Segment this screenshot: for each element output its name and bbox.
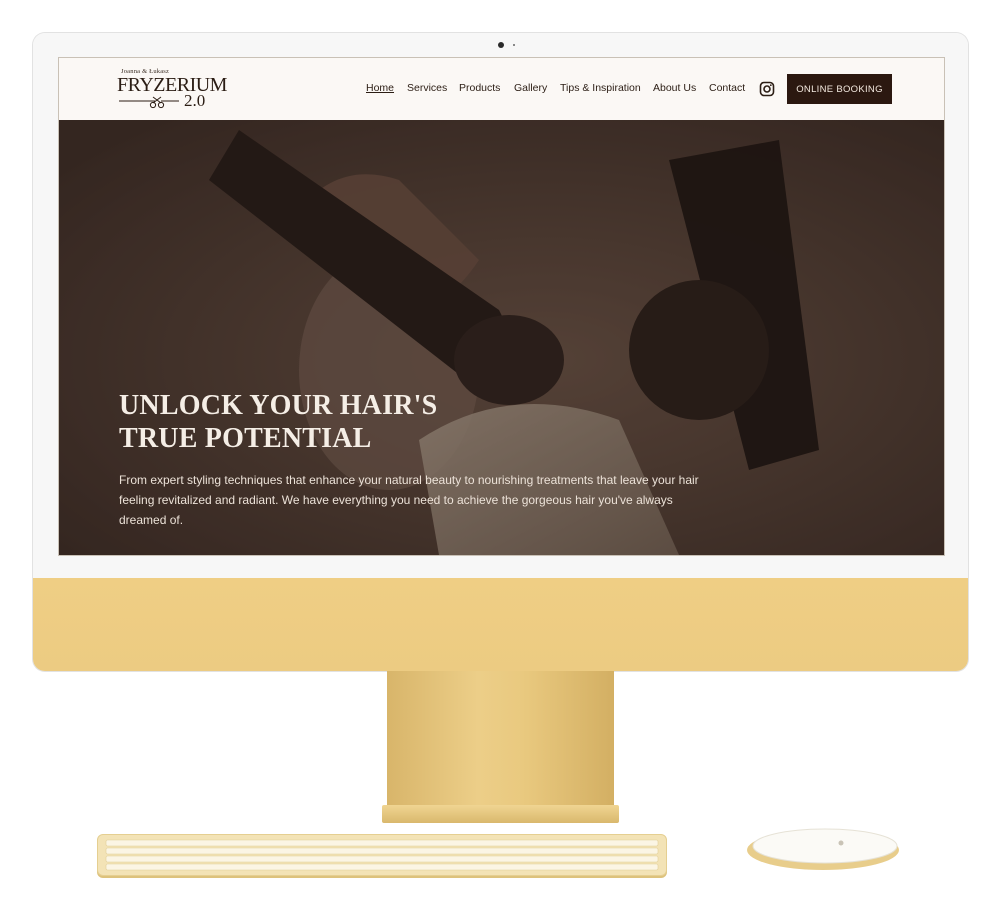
- camera-sensor: [513, 44, 515, 46]
- nav-services[interactable]: Services: [407, 82, 447, 94]
- monitor-stand: [387, 671, 614, 811]
- website-screen: Joanna & Łukasz FRYZERIUM 2.0 Home Servi…: [58, 57, 945, 556]
- nav-home[interactable]: Home: [366, 82, 394, 94]
- nav-contact[interactable]: Contact: [709, 82, 745, 94]
- nav-about-us[interactable]: About Us: [653, 82, 696, 94]
- monitor-chin: [33, 578, 968, 671]
- hero-title-line-2: TRUE POTENTIAL: [119, 422, 372, 454]
- monitor-bezel: Joanna & Łukasz FRYZERIUM 2.0 Home Servi…: [33, 33, 968, 578]
- instagram-icon[interactable]: [759, 81, 775, 97]
- logo-name: FRYZERIUM: [117, 74, 227, 96]
- apple-logo-icon: [838, 840, 844, 846]
- hero-title-line-1: UNLOCK YOUR HAIR'S: [119, 389, 438, 421]
- online-booking-button[interactable]: ONLINE BOOKING: [787, 74, 892, 104]
- site-logo[interactable]: Joanna & Łukasz FRYZERIUM 2.0: [117, 68, 227, 114]
- hero-title: UNLOCK YOUR HAIR'S TRUE POTENTIAL: [119, 389, 599, 455]
- logo-version: 2.0: [184, 91, 206, 110]
- scissors-icon: [119, 96, 179, 109]
- monitor-stand-foot: [382, 805, 619, 823]
- hero-description: From expert styling techniques that enha…: [119, 473, 699, 527]
- nav-gallery[interactable]: Gallery: [514, 82, 547, 94]
- magic-mouse: [747, 828, 899, 870]
- nav-products[interactable]: Products: [459, 82, 500, 94]
- site-header: Joanna & Łukasz FRYZERIUM 2.0 Home Servi…: [59, 58, 944, 121]
- hero-section: UNLOCK YOUR HAIR'S TRUE POTENTIAL From e…: [59, 120, 944, 555]
- keyboard-keys: [105, 839, 659, 871]
- camera-icon: [498, 42, 504, 48]
- imac-monitor: Joanna & Łukasz FRYZERIUM 2.0 Home Servi…: [33, 33, 968, 671]
- keyboard: [97, 834, 667, 876]
- nav-tips-inspiration[interactable]: Tips & Inspiration: [560, 82, 641, 94]
